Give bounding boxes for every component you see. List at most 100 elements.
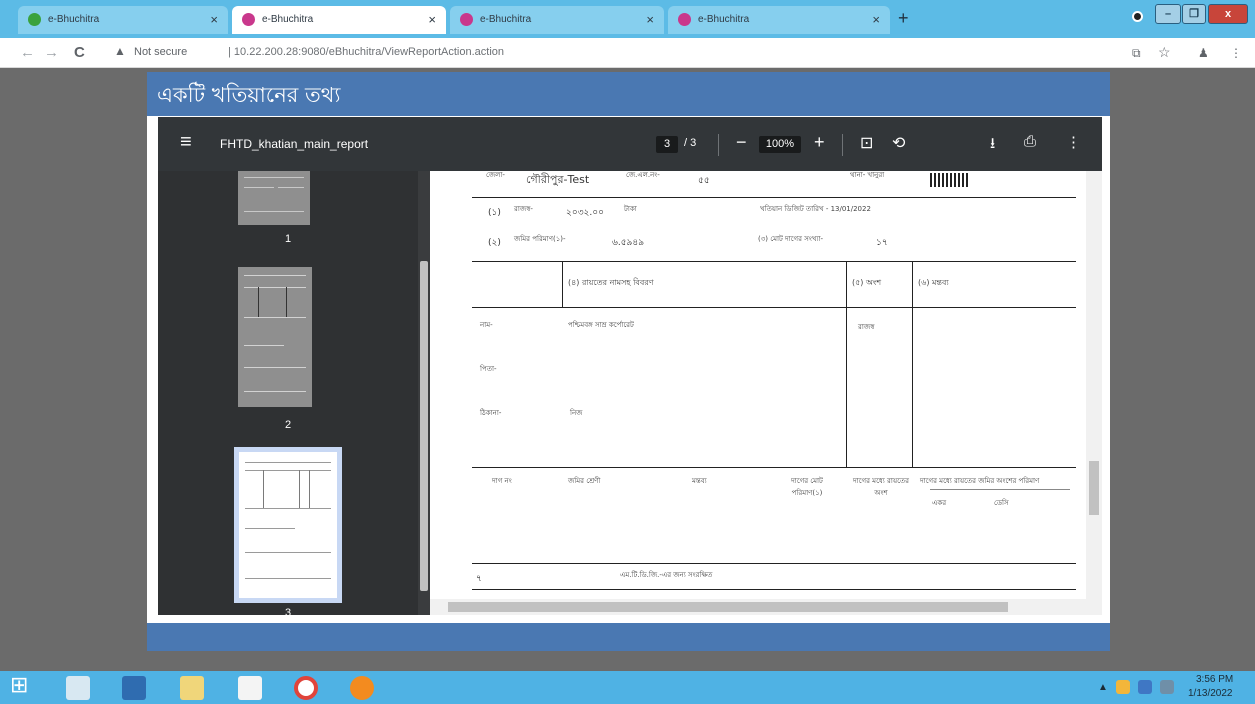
fit-page-icon[interactable]: ⊡ — [860, 133, 873, 153]
download-icon[interactable]: ⭳ — [990, 133, 995, 158]
rotate-icon[interactable]: ⟲ — [892, 133, 905, 153]
area-value: ৬.৫৯৪৯ — [612, 238, 645, 248]
bookmark-star-icon[interactable]: ☆ — [1158, 44, 1171, 61]
tab-title: e-Bhuchitra — [48, 14, 100, 25]
thana-label: থানা- খানুরা — [850, 171, 885, 179]
zoom-out-button[interactable]: − — [736, 132, 747, 153]
tab-title: e-Bhuchitra — [262, 14, 314, 25]
windows-taskbar: ⊞ ▲ 3:56 PM 1/13/2022 — [0, 671, 1255, 704]
profile-icon[interactable]: ♟ — [1198, 46, 1209, 60]
plot-col-1: দাগ নং — [492, 477, 512, 485]
sidebar-menu-icon[interactable]: ≡ — [180, 131, 192, 154]
favicon-icon — [678, 13, 691, 26]
thumbnail-page-3-selected[interactable] — [234, 447, 342, 603]
col-remarks-header: (৬) মন্তব্য — [918, 278, 949, 287]
back-icon[interactable]: ← — [20, 44, 35, 61]
page-title: একটি খতিয়ানের তথ্য — [157, 83, 341, 107]
tab-2[interactable]: e-Bhuchitra × — [232, 6, 446, 34]
url-text[interactable]: | 10.22.200.28:9080/eBhuchitra/ViewRepor… — [228, 46, 504, 58]
tab-title: e-Bhuchitra — [698, 14, 750, 25]
favicon-icon — [242, 13, 255, 26]
plot-col-5: দাগের মধ্যে রায়তের অংশ — [853, 477, 909, 497]
revenue-index: (১) — [488, 208, 501, 218]
browser-menu-icon[interactable]: ⋮ — [1230, 46, 1242, 60]
tray-app-icon[interactable] — [1116, 680, 1130, 694]
file-explorer-icon[interactable] — [180, 676, 204, 700]
plot-col-3: মন্তব্য — [692, 477, 707, 485]
area-index: (২) — [488, 238, 501, 248]
area-label: জমির পরিমাণ(১)- — [514, 235, 566, 243]
tab-close-icon[interactable]: × — [428, 12, 436, 27]
account-icon[interactable] — [1132, 11, 1143, 22]
tab-4[interactable]: e-Bhuchitra × — [668, 6, 890, 34]
revenue-value: ২০৩২.০০ — [566, 208, 604, 218]
network-icon[interactable] — [1138, 680, 1152, 694]
warning-icon[interactable]: ▲ — [114, 44, 126, 58]
minimize-button[interactable]: – — [1155, 4, 1181, 24]
col-share-header: (৫) অংশ — [852, 278, 882, 287]
url-field[interactable]: ▲ Not secure | 10.22.200.28:9080/eBhuchi… — [108, 42, 1118, 64]
tab-1[interactable]: e-Bhuchitra × — [18, 6, 228, 34]
more-actions-icon[interactable]: ⋮ — [1066, 133, 1081, 151]
restore-button[interactable]: ❐ — [1182, 4, 1206, 24]
thumbnail-page-1[interactable] — [238, 171, 310, 225]
plot-count-label: (৩) মোট দাগের সংখ্যা- — [758, 235, 824, 243]
address-label: ঠিকানা- — [480, 409, 502, 417]
tab-close-icon[interactable]: × — [210, 12, 218, 27]
reload-icon[interactable]: C — [74, 44, 85, 61]
chrome-icon[interactable] — [294, 676, 318, 700]
start-icon[interactable]: ⊞ — [10, 673, 34, 698]
powershell-icon[interactable] — [122, 676, 146, 700]
forward-icon[interactable]: → — [44, 44, 59, 61]
jl-value: ৫৫ — [698, 176, 710, 186]
qr-code-icon — [930, 173, 970, 187]
close-window-button[interactable]: x — [1208, 4, 1248, 24]
tray-expand-icon[interactable]: ▲ — [1098, 682, 1108, 693]
plot-count-value: ১৭ — [876, 238, 888, 248]
district-value: গৌরীপুর-Test — [526, 173, 590, 186]
sidebar-scroll-thumb[interactable] — [420, 261, 428, 591]
digitization-date: খতিয়ান ডিজিট তারিখ - 13/01/2022 — [760, 205, 871, 213]
document-horizontal-scrollbar[interactable] — [430, 599, 1102, 615]
screen: e-Bhuchitra × e-Bhuchitra × e-Bhuchitra … — [0, 0, 1255, 704]
favicon-icon — [460, 13, 473, 26]
firefox-icon[interactable] — [350, 676, 374, 700]
volume-icon[interactable] — [1160, 680, 1174, 694]
clock-date[interactable]: 1/13/2022 — [1188, 688, 1233, 699]
pdf-file-name: FHTD_khatian_main_report — [220, 137, 369, 151]
document-vertical-scrollbar[interactable] — [1086, 171, 1102, 599]
sidebar-scrollbar[interactable] — [418, 171, 430, 615]
zoom-in-button[interactable]: + — [814, 132, 825, 153]
page-number-input[interactable]: 3 — [656, 136, 678, 153]
separator — [718, 134, 719, 156]
thumbnail-page-2[interactable] — [238, 267, 312, 407]
security-label[interactable]: Not secure — [134, 46, 187, 58]
new-tab-button[interactable]: + — [898, 8, 909, 29]
pdf-page: জেলা- গৌরীপুর-Test জে.এল.নং- ৫৫ থানা- খা… — [430, 171, 1102, 615]
footer-page-index: ৭ — [476, 574, 482, 584]
owner-name-label: নাম- — [480, 321, 493, 329]
tab-close-icon[interactable]: × — [646, 12, 654, 27]
tab-close-icon[interactable]: × — [872, 12, 880, 27]
server-manager-icon[interactable] — [66, 676, 90, 700]
clock-time[interactable]: 3:56 PM — [1196, 674, 1233, 685]
father-label: পিতা- — [480, 365, 497, 373]
document-horizontal-scroll-thumb[interactable] — [448, 602, 1008, 612]
zoom-input[interactable]: 100% — [759, 136, 801, 153]
card-header: একটি খতিয়ানের তথ্য — [147, 72, 1110, 116]
pdf-toolbar: ≡ FHTD_khatian_main_report 3 / 3 − 100% … — [158, 117, 1102, 171]
card-footer — [147, 623, 1110, 651]
tab-3[interactable]: e-Bhuchitra × — [450, 6, 664, 34]
page-total: / 3 — [684, 137, 697, 149]
blank-document-icon[interactable] — [238, 676, 262, 700]
district-label: জেলা- — [486, 171, 505, 179]
translate-icon[interactable]: ⧉ — [1132, 46, 1141, 61]
separator — [842, 134, 843, 156]
address-value: নিজ — [570, 409, 583, 417]
thumbnail-sidebar: 1 2 3 — [158, 171, 430, 619]
document-vertical-scroll-thumb[interactable] — [1089, 461, 1099, 515]
thumbnail-label-3: 3 — [285, 607, 292, 619]
plot-col-2: জমির শ্রেণী — [568, 477, 601, 485]
col-owner-header: (৪) রায়তের নামসহ বিবরণ — [568, 278, 654, 287]
print-icon[interactable]: ⎙ — [1024, 133, 1036, 150]
